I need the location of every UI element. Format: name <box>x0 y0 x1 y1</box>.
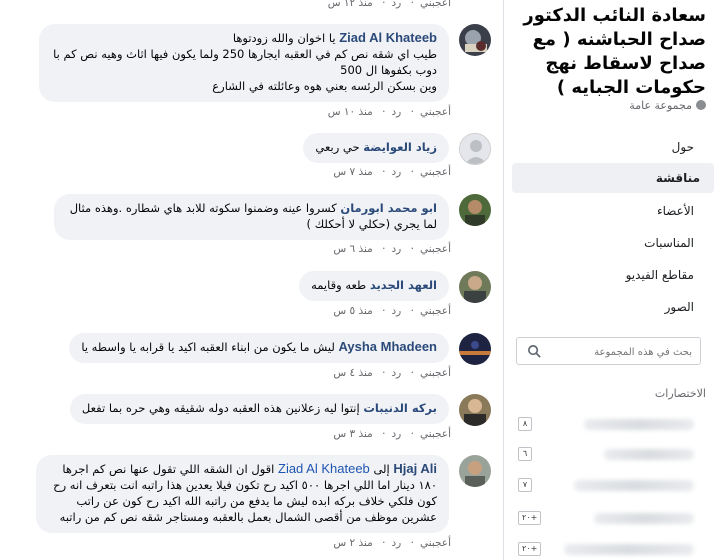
like-link[interactable]: أعجبني <box>420 428 451 440</box>
comment-text: يا اخوان والله زودتوها <box>232 31 336 45</box>
comment-meta: أعجبني· رد· منذ ١٠ س <box>327 106 451 118</box>
shortcuts-title: الاختصارات <box>654 387 706 400</box>
comment-author[interactable]: زياد العوايضة <box>363 140 437 154</box>
comment-time[interactable]: منذ ٥ س <box>333 305 372 317</box>
comment-author[interactable]: ابو محمد ابورمان <box>340 201 437 215</box>
shortcut-count-badge: ٢٠+ <box>518 511 542 525</box>
nav-about[interactable]: حول <box>518 132 708 162</box>
comment-bubble: بركه الدنيبات إنتوا ليه زعلانين هذه العق… <box>69 394 449 424</box>
reply-link[interactable]: رد <box>392 166 402 178</box>
nav-photos[interactable]: الصور <box>518 292 708 322</box>
avatar[interactable] <box>459 333 491 365</box>
reply-link[interactable]: رد <box>392 106 402 118</box>
comment-author[interactable]: Ziad Al Khateeb <box>339 30 437 45</box>
comment-time[interactable]: منذ ٦ س <box>333 243 372 255</box>
comment-meta: أعجبني· رد· منذ ٤ س <box>333 367 451 379</box>
group-privacy-label: مجموعة عامة <box>629 99 692 112</box>
shortcut-item[interactable]: ٧ <box>518 474 698 496</box>
comment-text: ليش ما يكون من ابناء العقبه اكيد يا قراب… <box>81 340 335 354</box>
shortcut-label-blurred <box>574 480 694 491</box>
nav-events[interactable]: المناسبات <box>518 228 708 258</box>
comment-text: طعه وقايمه <box>311 278 367 292</box>
shortcut-item[interactable]: ٢٠+ <box>518 538 698 560</box>
comment-text: إنتوا ليه زعلانين هذه العقبه دوله شقيقه … <box>81 401 360 415</box>
comment-author[interactable]: بركه الدنيبات <box>363 401 437 415</box>
shortcut-count-badge: ٦ <box>518 447 532 461</box>
comment-time[interactable]: منذ ٣ س <box>333 428 372 440</box>
shortcut-count-badge: ٢٠+ <box>518 542 542 556</box>
globe-icon <box>696 100 706 110</box>
reply-link[interactable]: رد <box>392 428 402 440</box>
group-privacy: مجموعة عامة <box>629 99 706 112</box>
group-sidebar: سعادة النائب الدكتور صداح الحباشنه ( مع … <box>503 0 720 560</box>
comment-meta: أعجبني· رد· منذ ٣ س <box>333 428 451 440</box>
comment-text: حي ربعي <box>315 140 360 154</box>
shortcut-item[interactable]: ٦ <box>518 443 698 465</box>
comment-author[interactable]: Hjaj Ali <box>393 461 437 476</box>
comment-time[interactable]: منذ ١٠ س <box>328 106 373 118</box>
comment-meta: أعجبني· رد· منذ ٦ س <box>333 243 451 255</box>
reply-to-link[interactable]: Ziad Al Khateeb <box>278 461 370 476</box>
comment-bubble: زياد العوايضة حي ربعي <box>303 133 449 163</box>
avatar[interactable] <box>459 24 491 56</box>
comment-bubble: Ziad Al Khateeb يا اخوان والله زودتوها ط… <box>39 24 449 102</box>
comment-meta: أعجبني· رد· منذ ١٢ س <box>322 0 451 9</box>
comment-author[interactable]: العهد الجديد <box>370 278 437 292</box>
comment-meta: أعجبني· رد· منذ ٧ س <box>333 166 451 178</box>
comments-panel: أعجبني· رد· منذ ١٢ س Ziad Al Khateeb يا … <box>0 0 503 560</box>
search-icon[interactable] <box>527 344 542 359</box>
nav-members[interactable]: الأعضاء <box>518 196 708 226</box>
nav-discussion[interactable]: مناقشة <box>512 163 714 193</box>
comment-time[interactable]: منذ ٧ س <box>333 166 372 178</box>
shortcut-label-blurred <box>564 544 694 555</box>
avatar[interactable] <box>459 394 491 426</box>
like-link[interactable]: أعجبني <box>420 106 451 118</box>
like-link[interactable]: أعجبني <box>420 305 451 317</box>
reply-link[interactable]: رد <box>392 305 402 317</box>
comment-meta: أعجبني· رد· منذ ٥ س <box>333 305 451 317</box>
comment-time[interactable]: منذ ١٢ س <box>328 0 373 9</box>
comment-bubble: العهد الجديد طعه وقايمه <box>299 271 449 301</box>
shortcut-item[interactable]: ٢٠+ <box>518 507 698 529</box>
shortcut-item[interactable]: ٨ <box>518 413 698 435</box>
shortcut-label-blurred <box>594 513 694 524</box>
reply-link[interactable]: رد <box>392 537 402 549</box>
nav-videos[interactable]: مقاطع الفيديو <box>518 260 708 290</box>
comment-text: وين بسكن الرئسه بعني هوه وعائلته في الشا… <box>212 79 437 93</box>
reply-link[interactable]: رد <box>392 367 402 379</box>
comment-bubble: Aysha Mhadeen ليش ما يكون من ابناء العقب… <box>69 333 449 363</box>
shortcut-count-badge: ٨ <box>518 417 532 431</box>
comment-text: طيب اي شقه نص كم في العقبه ايجارها 250 و… <box>53 47 437 77</box>
avatar[interactable] <box>459 455 491 487</box>
group-search-input[interactable] <box>552 343 692 361</box>
like-link[interactable]: أعجبني <box>420 243 451 255</box>
shortcut-label-blurred <box>604 449 694 460</box>
group-search[interactable] <box>516 337 701 365</box>
comment-time[interactable]: منذ ٤ س <box>333 367 372 379</box>
shortcut-label-blurred <box>584 419 694 430</box>
reply-link[interactable]: رد <box>392 0 402 9</box>
like-link[interactable]: أعجبني <box>420 0 451 9</box>
like-link[interactable]: أعجبني <box>420 166 451 178</box>
group-title[interactable]: سعادة النائب الدكتور صداح الحباشنه ( مع … <box>511 4 706 100</box>
like-link[interactable]: أعجبني <box>420 537 451 549</box>
comment-time[interactable]: منذ ٢ س <box>333 537 372 549</box>
avatar[interactable] <box>459 271 491 303</box>
reply-link[interactable]: رد <box>392 243 402 255</box>
comment-bubble: ابو محمد ابورمان كسروا عينه وضمنوا سكوته… <box>54 194 449 240</box>
comment-author[interactable]: Aysha Mhadeen <box>339 339 438 354</box>
like-link[interactable]: أعجبني <box>420 367 451 379</box>
avatar[interactable] <box>459 133 491 165</box>
comment-bubble: Hjaj Ali إلى Ziad Al Khateeb اقول ان الش… <box>36 455 449 533</box>
comment-meta: أعجبني· رد· منذ ٢ س <box>333 537 451 549</box>
shortcut-count-badge: ٧ <box>518 478 532 492</box>
reply-to-prefix: إلى <box>373 462 390 476</box>
avatar[interactable] <box>459 194 491 226</box>
